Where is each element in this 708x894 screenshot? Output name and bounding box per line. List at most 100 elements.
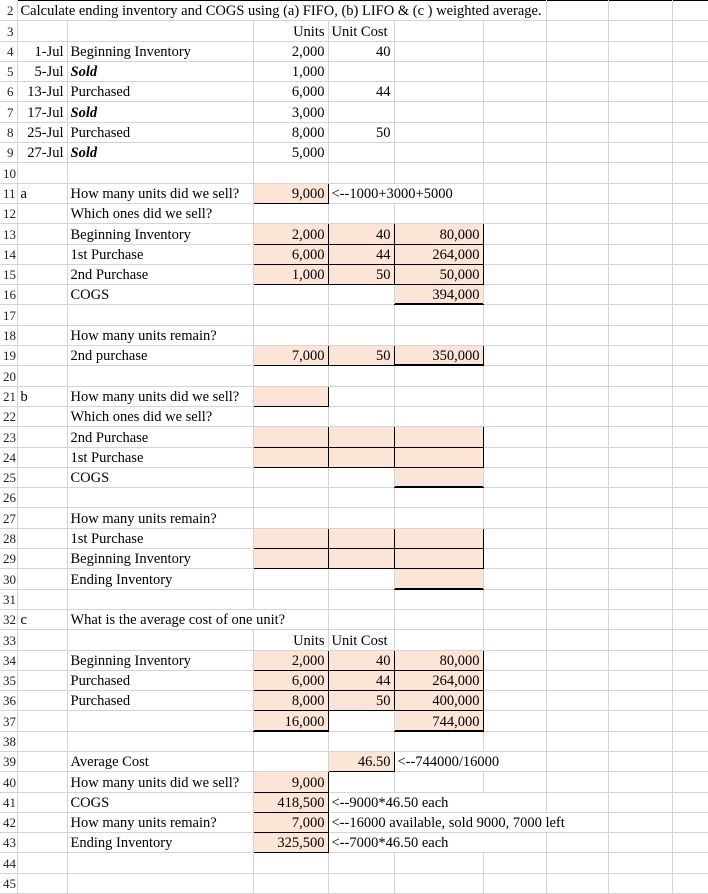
part-a-layer-units[interactable]: 1,000 xyxy=(252,264,329,286)
cell-d17[interactable] xyxy=(328,304,395,326)
cell-a23[interactable] xyxy=(17,426,68,448)
cell-b20[interactable] xyxy=(67,365,254,387)
part-a-remain-amount[interactable]: 350,000 xyxy=(394,345,484,367)
cell-f25[interactable] xyxy=(483,467,547,489)
cell-g44[interactable] xyxy=(546,852,609,874)
row-header-36[interactable]: 36 xyxy=(0,690,18,712)
row-header-28[interactable]: 28 xyxy=(0,528,18,550)
cell-h24[interactable] xyxy=(608,447,673,468)
cell-h21[interactable] xyxy=(608,386,673,407)
cell-i21[interactable] xyxy=(672,386,708,407)
cell-d16[interactable] xyxy=(328,284,395,306)
cell-i18[interactable] xyxy=(672,325,708,347)
cell-e45[interactable] xyxy=(394,873,484,894)
cell-g3[interactable] xyxy=(546,20,609,42)
cell-i19[interactable] xyxy=(672,345,708,367)
row-header-34[interactable]: 34 xyxy=(0,650,18,671)
cell-a45[interactable] xyxy=(17,873,68,894)
cell-e5[interactable] xyxy=(394,61,484,83)
cell-f44[interactable] xyxy=(483,852,547,874)
cell-c44[interactable] xyxy=(253,852,329,874)
cell-i27[interactable] xyxy=(672,507,708,529)
cell-e27[interactable] xyxy=(394,507,484,529)
cell-h33[interactable] xyxy=(608,629,673,651)
cell-d38[interactable] xyxy=(328,731,395,752)
row-header-4[interactable]: 4 xyxy=(0,41,18,62)
row-header-18[interactable]: 18 xyxy=(0,325,18,347)
part-a-layer-units[interactable]: 6,000 xyxy=(252,244,329,265)
row-header-22[interactable]: 22 xyxy=(0,406,18,428)
cell-g2[interactable] xyxy=(546,0,609,22)
cell-a38[interactable] xyxy=(17,731,68,752)
cell-a22[interactable] xyxy=(17,406,68,428)
cell-c30[interactable] xyxy=(253,568,329,590)
cell-e22[interactable] xyxy=(394,406,484,428)
part-c-total-units[interactable]: 16,000 xyxy=(252,710,329,732)
cell-i39[interactable] xyxy=(672,751,708,773)
cell-g22[interactable] xyxy=(546,406,609,428)
cell-f15[interactable] xyxy=(483,264,547,286)
part-c-total-cost[interactable] xyxy=(328,710,395,732)
cell-i12[interactable] xyxy=(672,203,708,225)
cell-i31[interactable] xyxy=(672,589,708,610)
cell-h19[interactable] xyxy=(608,345,673,367)
cell-f23[interactable] xyxy=(483,426,547,448)
cell-e21[interactable] xyxy=(394,386,484,407)
cell-i42[interactable] xyxy=(672,812,708,834)
cell-a13[interactable] xyxy=(17,223,68,245)
cell-e32[interactable] xyxy=(394,609,484,631)
cell-g41[interactable] xyxy=(546,792,609,813)
part-b-remain-cost[interactable] xyxy=(328,527,395,550)
row-header-14[interactable]: 14 xyxy=(0,244,18,265)
cell-i16[interactable] xyxy=(672,284,708,306)
cell-d31[interactable] xyxy=(328,589,395,610)
cell-f26[interactable] xyxy=(483,487,547,509)
cell-h7[interactable] xyxy=(608,101,673,123)
cell-h31[interactable] xyxy=(608,589,673,610)
cell-c45[interactable] xyxy=(253,873,329,894)
cell-c17[interactable] xyxy=(253,304,329,326)
cell-f20[interactable] xyxy=(483,365,547,387)
row-header-31[interactable]: 31 xyxy=(0,589,18,610)
cell-g14[interactable] xyxy=(546,244,609,265)
cell-d25[interactable] xyxy=(328,467,395,489)
cell-h27[interactable] xyxy=(608,507,673,529)
part-c-layer-cost[interactable]: 44 xyxy=(328,670,395,692)
cell-g11[interactable] xyxy=(546,183,609,204)
row-header-24[interactable]: 24 xyxy=(0,447,18,468)
cell-f31[interactable] xyxy=(483,589,547,610)
cell-a17[interactable] xyxy=(17,304,68,326)
row-header-11[interactable]: 11 xyxy=(0,183,18,204)
cell-d30[interactable] xyxy=(328,568,395,590)
cell-i20[interactable] xyxy=(672,365,708,387)
cell-g34[interactable] xyxy=(546,650,609,671)
cell-f8[interactable] xyxy=(483,122,547,144)
cell-h8[interactable] xyxy=(608,122,673,144)
cell-b33[interactable] xyxy=(67,629,254,651)
part-a-layer-cost[interactable]: 44 xyxy=(328,244,395,265)
part-b-layer-cost[interactable] xyxy=(328,426,395,448)
row-header-19[interactable]: 19 xyxy=(0,345,18,367)
cell-f3[interactable] xyxy=(483,20,547,42)
cell-a16[interactable] xyxy=(17,284,68,306)
cell-c20[interactable] xyxy=(253,365,329,387)
cell-h30[interactable] xyxy=(608,568,673,590)
cell-i44[interactable] xyxy=(672,852,708,874)
row-header-23[interactable]: 23 xyxy=(0,426,18,448)
cell-h5[interactable] xyxy=(608,61,673,83)
row-header-41[interactable]: 41 xyxy=(0,792,18,813)
cell-h14[interactable] xyxy=(608,244,673,265)
cell-i29[interactable] xyxy=(672,548,708,570)
cell-a14[interactable] xyxy=(17,244,68,265)
part-b-remain-cost[interactable] xyxy=(328,548,395,570)
cell-a35[interactable] xyxy=(17,670,68,692)
row-header-39[interactable]: 39 xyxy=(0,751,18,773)
cell-h37[interactable] xyxy=(608,710,673,732)
cell-g17[interactable] xyxy=(546,304,609,326)
cell-e8[interactable] xyxy=(394,122,484,144)
cell-h45[interactable] xyxy=(608,873,673,894)
cell-i9[interactable] xyxy=(672,142,708,164)
cell-e26[interactable] xyxy=(394,487,484,509)
cell-e4[interactable] xyxy=(394,41,484,62)
cell-e12[interactable] xyxy=(394,203,484,225)
